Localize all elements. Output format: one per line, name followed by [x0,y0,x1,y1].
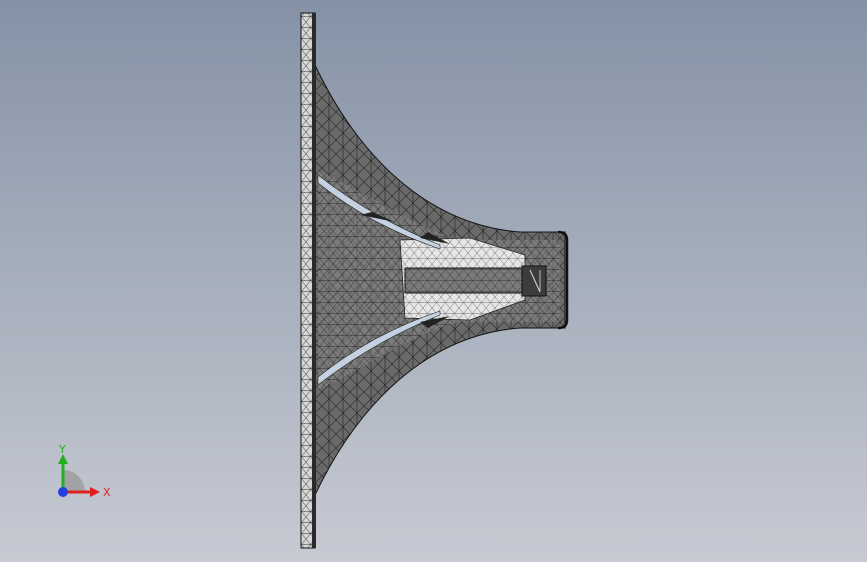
horn-model[interactable] [0,0,867,562]
graphics-viewport[interactable]: Y X [0,0,867,562]
axis-triad: Y X [58,443,111,499]
plug-cap [521,265,547,297]
z-axis-dot-icon [58,487,68,497]
x-axis-label: X [103,486,111,499]
x-axis-arrow-icon [90,487,100,497]
y-axis-label: Y [58,443,66,456]
